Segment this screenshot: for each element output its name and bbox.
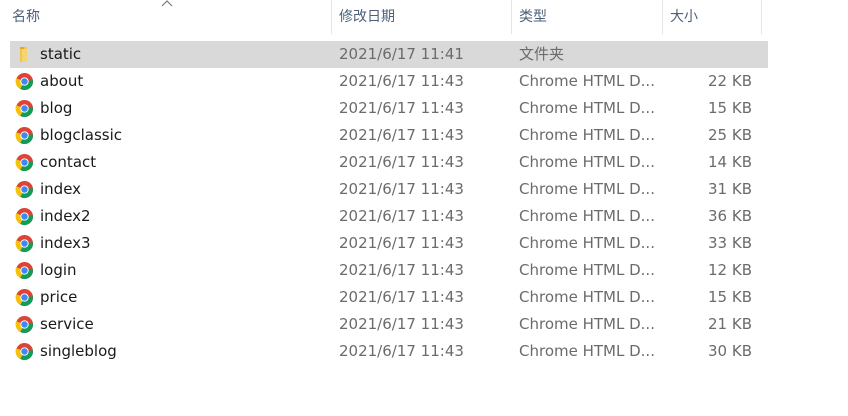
file-type: Chrome HTML D... [519,153,655,171]
file-name: contact [40,153,97,171]
file-row-blogclassic[interactable]: blogclassic 2021/6/17 11:43 Chrome HTML … [10,122,768,149]
file-name: blogclassic [40,126,123,144]
file-row-price[interactable]: price 2021/6/17 11:43 Chrome HTML D... 1… [10,284,768,311]
column-header-size[interactable]: 大小 [662,0,761,34]
column-divider[interactable] [761,0,762,34]
file-name: blog [40,99,73,117]
file-size: 22 KB [708,72,752,90]
chrome-icon [15,153,34,172]
file-type: Chrome HTML D... [519,288,655,306]
file-list: static 2021/6/17 11:41 文件夹 about 2021/6/… [0,41,848,365]
file-row-service[interactable]: service 2021/6/17 11:43 Chrome HTML D...… [10,311,768,338]
chrome-icon [15,99,34,118]
file-row-index2[interactable]: index2 2021/6/17 11:43 Chrome HTML D... … [10,203,768,230]
chrome-icon [15,234,34,253]
file-size: 14 KB [708,153,752,171]
file-name: login [40,261,77,279]
file-size: 15 KB [708,288,752,306]
file-date: 2021/6/17 11:43 [339,207,464,225]
file-name: static [40,45,82,63]
file-type: Chrome HTML D... [519,72,655,90]
column-header-bar: 名称 修改日期 类型 大小 [0,0,848,36]
file-size: 31 KB [708,180,752,198]
column-header-name[interactable]: 名称 [4,0,331,34]
file-size: 36 KB [708,207,752,225]
file-date: 2021/6/17 11:43 [339,234,464,252]
file-row-singleblog[interactable]: singleblog 2021/6/17 11:43 Chrome HTML D… [10,338,768,365]
file-date: 2021/6/17 11:43 [339,99,464,117]
file-row-static[interactable]: static 2021/6/17 11:41 文件夹 [10,41,768,68]
file-date: 2021/6/17 11:43 [339,342,464,360]
file-row-blog[interactable]: blog 2021/6/17 11:43 Chrome HTML D... 15… [10,95,768,122]
file-name: index2 [40,207,91,225]
file-type: 文件夹 [519,45,565,63]
file-name: index [40,180,82,198]
file-size: 21 KB [708,315,752,333]
file-type: Chrome HTML D... [519,315,655,333]
file-row-index[interactable]: index 2021/6/17 11:43 Chrome HTML D... 3… [10,176,768,203]
file-date: 2021/6/17 11:43 [339,72,464,90]
chrome-icon [15,315,34,334]
chrome-icon [15,126,34,145]
file-row-contact[interactable]: contact 2021/6/17 11:43 Chrome HTML D...… [10,149,768,176]
column-header-date-modified[interactable]: 修改日期 [331,0,511,34]
column-header-type[interactable]: 类型 [511,0,662,34]
file-type: Chrome HTML D... [519,234,655,252]
file-date: 2021/6/17 11:43 [339,261,464,279]
file-date: 2021/6/17 11:43 [339,288,464,306]
file-name: singleblog [40,342,117,360]
folder-icon [20,47,27,62]
file-size: 33 KB [708,234,752,252]
chrome-icon [15,261,34,280]
file-name: index3 [40,234,91,252]
file-name: service [40,315,94,333]
file-size: 25 KB [708,126,752,144]
file-explorer-list: 名称 修改日期 类型 大小 static 2021/6/17 11:41 文件夹 [0,0,848,416]
chrome-icon [15,72,34,91]
file-row-login[interactable]: login 2021/6/17 11:43 Chrome HTML D... 1… [10,257,768,284]
file-name: about [40,72,84,90]
file-type: Chrome HTML D... [519,180,655,198]
file-row-about[interactable]: about 2021/6/17 11:43 Chrome HTML D... 2… [10,68,768,95]
file-type: Chrome HTML D... [519,207,655,225]
chrome-icon [15,342,34,361]
file-date: 2021/6/17 11:43 [339,126,464,144]
file-date: 2021/6/17 11:43 [339,180,464,198]
file-date: 2021/6/17 11:43 [339,153,464,171]
file-name: price [40,288,78,306]
file-size: 30 KB [708,342,752,360]
file-type: Chrome HTML D... [519,261,655,279]
file-date: 2021/6/17 11:43 [339,315,464,333]
file-type: Chrome HTML D... [519,126,655,144]
file-size: 15 KB [708,99,752,117]
file-type: Chrome HTML D... [519,99,655,117]
chrome-icon [15,207,34,226]
file-size: 12 KB [708,261,752,279]
chrome-icon [15,180,34,199]
file-date: 2021/6/17 11:41 [339,45,464,63]
file-type: Chrome HTML D... [519,342,655,360]
chrome-icon [15,288,34,307]
file-row-index3[interactable]: index3 2021/6/17 11:43 Chrome HTML D... … [10,230,768,257]
